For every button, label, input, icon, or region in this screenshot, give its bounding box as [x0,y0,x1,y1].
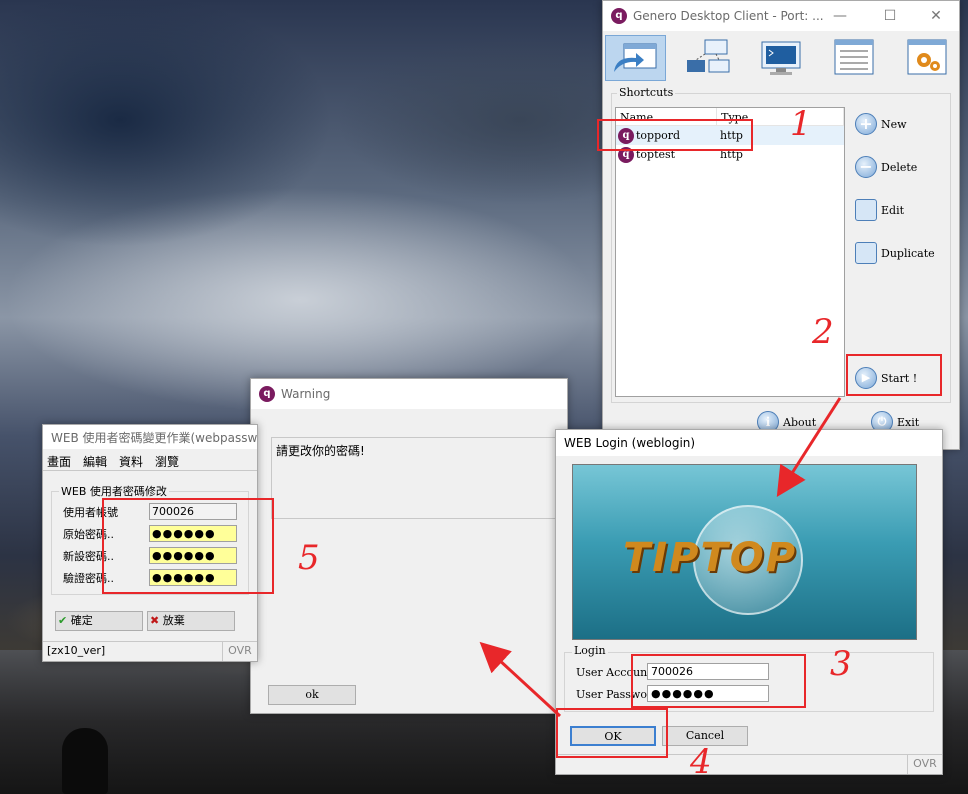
new-label: New [881,117,907,131]
edit-button[interactable]: Edit [855,199,904,221]
warning-message-box: 請更改你的密碼! [271,437,571,519]
about-label: About [783,415,817,429]
weblogin-title: WEB Login (weblogin) [564,436,696,450]
annotation-number: 5 [298,538,320,578]
close-button[interactable]: ✕ [913,1,959,31]
weblogin-titlebar: WEB Login (weblogin) [556,430,942,456]
edit-icon [855,199,877,221]
annotation-box-ok [556,708,668,758]
status-program: [zx10_ver] [43,642,223,661]
genero-logo-icon: q [259,386,275,402]
toolbar-settings-button[interactable] [896,35,957,81]
exit-label: Exit [897,415,920,429]
annotation-box-shortcut [597,119,753,151]
tiptop-banner: TIPTOP [572,464,917,640]
menu-edit[interactable]: 編輯 [83,453,107,469]
plus-icon: + [855,113,877,135]
menu-data[interactable]: 資料 [119,453,143,469]
toolbar-shortcuts-button[interactable] [605,35,666,81]
menu-screen[interactable]: 畫面 [47,453,71,469]
warning-titlebar: q Warning [251,379,567,409]
shortcuts-label: Shortcuts [617,86,676,99]
webpass-statusbar: [zx10_ver] OVR [43,641,257,661]
minus-icon: − [855,156,877,178]
cancel-label: 放棄 [162,614,185,627]
delete-button[interactable]: − Delete [855,156,917,178]
genero-title: Genero Desktop Client - Port: ... [633,9,824,23]
tiptop-logo-text: TIPTOP [623,535,798,581]
genero-logo-icon: q [611,8,627,24]
confirm-button[interactable]: ✔ 確定 [55,611,143,631]
status-ovr: OVR [913,757,937,770]
toolbar-terminal-button[interactable] [751,35,812,81]
status-ovr: OVR [228,644,252,657]
cancel-button[interactable]: ✖ 放棄 [147,611,235,631]
maximize-button[interactable]: ☐ [867,1,913,31]
new-button[interactable]: + New [855,113,907,135]
delete-label: Delete [881,160,918,174]
network-icon [687,39,730,73]
toolbar-list-button[interactable] [823,35,884,81]
annotation-number: 4 [690,742,712,782]
annotation-number: 1 [790,104,812,144]
x-icon: ✖ [150,614,160,627]
password-group-label: WEB 使用者密碼修改 [59,483,169,499]
warning-message: 請更改你的密碼! [276,444,365,458]
genero-toolbar [603,31,959,85]
monitor-icon [761,41,801,75]
list-icon [834,39,874,75]
webpass-menubar: 畫面 編輯 資料 瀏覽 [43,449,257,471]
toolbar-connections-button[interactable] [678,35,739,81]
gear-icon [907,39,947,75]
shortcut-arrow-icon [614,43,657,72]
annotation-box-start [846,354,942,396]
confirm-label: 確定 [70,614,93,627]
duplicate-label: Duplicate [881,246,935,260]
background-person-silhouette [62,728,108,794]
edit-label: Edit [881,203,905,217]
duplicate-button[interactable]: Duplicate [855,242,935,264]
ok-button[interactable]: ok [268,685,356,705]
annotation-box-password [102,498,274,594]
minimize-button[interactable]: — [817,1,863,31]
menu-browse[interactable]: 瀏覽 [155,453,179,469]
webpass-title: WEB 使用者密碼變更作業(webpassw... [51,430,257,445]
login-group-label: Login [572,644,608,657]
checkmark-icon: ✔ [58,614,68,627]
webpass-titlebar: WEB 使用者密碼變更作業(webpassw... [43,425,257,449]
annotation-box-credentials [631,654,806,708]
warning-title: Warning [281,387,331,401]
annotation-number: 3 [830,644,852,684]
duplicate-icon [855,242,877,264]
annotation-number: 2 [812,312,834,352]
